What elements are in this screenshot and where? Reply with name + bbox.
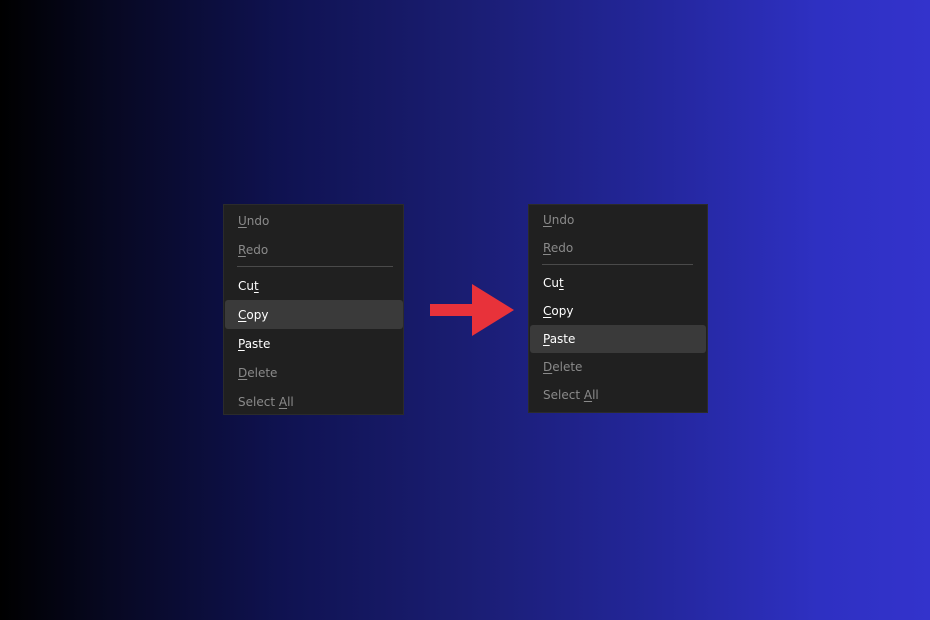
menu-item-undo[interactable]: Undo — [225, 206, 402, 235]
menu-item-label: Cut — [543, 276, 564, 290]
menu-item-label: Redo — [543, 241, 574, 255]
menu-item-label: Delete — [238, 365, 278, 380]
menu-separator — [542, 264, 693, 265]
context-menu-after: Undo Redo Cut Copy Paste Delete Select A… — [528, 204, 708, 413]
menu-item-delete[interactable]: Delete — [225, 358, 402, 387]
menu-item-label: Copy — [543, 304, 574, 318]
menu-item-redo[interactable]: Redo — [530, 234, 706, 262]
context-menu-before: Undo Redo Cut Copy Paste Delete Select A… — [223, 204, 404, 415]
menu-item-paste[interactable]: Paste — [530, 325, 706, 353]
menu-item-label: Select All — [543, 388, 599, 402]
menu-item-label: Cut — [238, 278, 259, 293]
menu-item-cut[interactable]: Cut — [530, 269, 706, 297]
right-arrow-icon — [430, 284, 514, 336]
menu-item-label: Paste — [238, 336, 271, 351]
menu-item-label: Paste — [543, 332, 576, 346]
menu-item-label: Select All — [238, 394, 294, 409]
menu-item-copy[interactable]: Copy — [225, 300, 403, 329]
menu-item-label: Copy — [238, 307, 269, 322]
menu-item-copy[interactable]: Copy — [530, 297, 706, 325]
menu-item-label: Undo — [543, 213, 575, 227]
menu-item-paste[interactable]: Paste — [225, 329, 402, 358]
menu-item-select-all[interactable]: Select All — [225, 387, 402, 416]
menu-item-cut[interactable]: Cut — [225, 271, 402, 300]
menu-item-delete[interactable]: Delete — [530, 353, 706, 381]
menu-item-label: Undo — [238, 213, 270, 228]
menu-item-redo[interactable]: Redo — [225, 235, 402, 264]
menu-item-undo[interactable]: Undo — [530, 206, 706, 234]
menu-item-select-all[interactable]: Select All — [530, 381, 706, 409]
menu-item-label: Delete — [543, 360, 583, 374]
menu-separator — [237, 266, 393, 267]
menu-item-label: Redo — [238, 242, 269, 257]
